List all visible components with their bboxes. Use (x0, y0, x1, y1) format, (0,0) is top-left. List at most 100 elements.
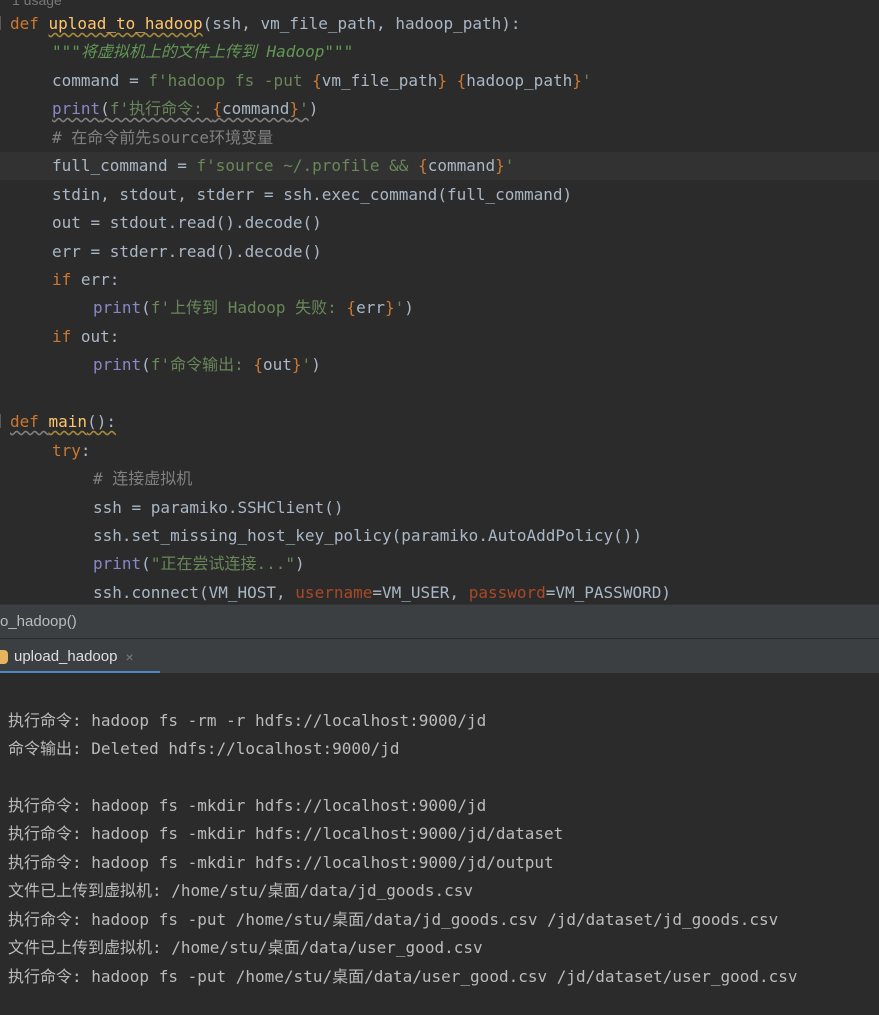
function-params: (ssh, vm_file_path, hadoop_path): (202, 14, 521, 33)
paren: ( (141, 298, 151, 317)
python-run-icon (0, 649, 8, 664)
paren: ) (404, 298, 414, 317)
paren: ) (294, 554, 305, 573)
keyword-if: if (52, 270, 81, 289)
brace: { (253, 355, 263, 374)
brace: { (418, 156, 428, 175)
code-line-print-err[interactable]: print(f'上传到 Hadoop 失败: {err}') (10, 294, 414, 322)
brace: { (212, 99, 222, 118)
quote: ' (394, 298, 405, 317)
paren: ) (311, 355, 321, 374)
code-line-docstring[interactable]: """将虚拟机上的文件上传到 Hadoop""" (10, 38, 353, 66)
console-line: 执行命令: hadoop fs -rm -r hdfs://localhost:… (8, 711, 487, 730)
code-line-if-out[interactable]: if out: (10, 323, 119, 351)
paren: ) (308, 99, 319, 118)
code-line-full-command[interactable]: full_command = f'source ~/.profile && {c… (0, 152, 879, 180)
code-line-def-main[interactable]: def main(): (10, 408, 116, 436)
code-line-try[interactable]: try: (10, 437, 91, 465)
colon: : (80, 441, 91, 460)
fstring: f'source ~/.profile && (196, 156, 419, 175)
paren: ( (141, 355, 151, 374)
code-line-ssh-client[interactable]: ssh = paramiko.SSHClient() (10, 494, 343, 522)
code-line-print-out[interactable]: print(f'命令输出: {out}') (10, 351, 321, 379)
console-line: 执行命令: hadoop fs -mkdir hdfs://localhost:… (8, 824, 564, 843)
console-line: 执行命令: hadoop fs -put /home/stu/桌面/data/j… (8, 910, 779, 929)
fold-marker-icon[interactable] (0, 16, 9, 30)
paren: ( (100, 99, 110, 118)
keyword-try: try (52, 441, 81, 460)
quote: ' (301, 355, 312, 374)
function-params: (): (87, 412, 116, 431)
quote: ' (504, 156, 515, 175)
console-line: 命令输出: Deleted hdfs://localhost:9000/jd (8, 739, 400, 758)
code-line-def-upload[interactable]: def upload_to_hadoop(ssh, vm_file_path, … (10, 10, 521, 38)
code-line-connect[interactable]: ssh.connect(VM_HOST, username=VM_USER, p… (10, 579, 671, 604)
string: "正在尝试连接..." (150, 554, 295, 573)
brace: { (456, 71, 467, 90)
quote: ' (581, 71, 592, 90)
connect-args: =VM_PASSWORD) (545, 583, 671, 602)
brace: } (384, 298, 395, 317)
var-command: command (427, 156, 496, 175)
fold-marker-icon[interactable] (0, 414, 9, 428)
var-out: out (263, 355, 292, 374)
builtin-print: print (93, 554, 142, 573)
breadcrumb-item[interactable]: o_hadoop() (0, 605, 77, 639)
fstring: f'命令输出: (150, 355, 254, 374)
console-line: 文件已上传到虚拟机: /home/stu/桌面/data/user_good.c… (8, 938, 483, 957)
full-command-assign: full_command = (52, 156, 197, 175)
code-line-command[interactable]: command = f'hadoop fs -put {vm_file_path… (10, 67, 592, 95)
builtin-print: print (93, 298, 142, 317)
paren: ( (141, 554, 151, 573)
brace: } (289, 99, 300, 118)
connect-call: ssh.connect(VM_HOST, (93, 583, 296, 602)
command-fstring: f'hadoop fs -put (148, 71, 313, 90)
console-line: 执行命令: hadoop fs -mkdir hdfs://localhost:… (8, 853, 554, 872)
quote: ' (299, 99, 309, 118)
code-line-out[interactable]: out = stdout.read().decode() (10, 209, 322, 237)
code-line-if-err[interactable]: if err: (10, 266, 119, 294)
code-line-comment-connect[interactable]: # 连接虚拟机 (10, 465, 192, 493)
run-tool-window-tabs: upload_hadoop × (0, 638, 879, 674)
brace: { (312, 71, 322, 90)
function-name-upload: upload_to_hadoop (48, 14, 203, 33)
var-hadoop-path: hadoop_path (466, 71, 573, 90)
breadcrumb[interactable]: o_hadoop() (0, 604, 879, 639)
keyword-def: def (10, 14, 49, 33)
param-username: username (295, 583, 373, 602)
console-line: 执行命令: hadoop fs -put /home/stu/桌面/data/u… (8, 967, 798, 986)
builtin-print: print (93, 355, 142, 374)
keyword-def: def (10, 412, 49, 431)
code-line-err[interactable]: err = stderr.read().decode() (10, 238, 322, 266)
code-line-comment-source[interactable]: # 在命令前先source环境变量 (10, 124, 273, 152)
console-line: 文件已上传到虚拟机: /home/stu/桌面/data/jd_goods.cs… (8, 881, 473, 900)
code-line-exec[interactable]: stdin, stdout, stderr = ssh.exec_command… (10, 181, 572, 209)
code-line-print-try[interactable]: print("正在尝试连接...") (10, 550, 305, 578)
brace: { (346, 298, 357, 317)
run-console-output[interactable]: 执行命令: hadoop fs -rm -r hdfs://localhost:… (0, 673, 879, 1015)
var-vm-file-path: vm_file_path (321, 71, 438, 90)
brace: } (495, 156, 505, 175)
keyword-if: if (52, 327, 81, 346)
brace: } (572, 71, 582, 90)
fstring: f'上传到 Hadoop 失败: (150, 298, 347, 317)
code-editor[interactable]: 1 usage def upload_to_hadoop(ssh, vm_fil… (0, 0, 879, 604)
var-err: err (356, 298, 385, 317)
code-line-ssh-policy[interactable]: ssh.set_missing_host_key_policy(paramiko… (10, 522, 642, 550)
param-password: password (468, 583, 546, 602)
fstring: f'执行命令: (109, 99, 213, 118)
function-name-main: main (48, 412, 88, 431)
brace: } (437, 71, 447, 90)
builtin-print: print (52, 99, 101, 118)
command-assign: command = (52, 71, 149, 90)
console-line: 执行命令: hadoop fs -mkdir hdfs://localhost:… (8, 796, 487, 815)
condition: out: (80, 327, 120, 346)
brace: } (291, 355, 302, 374)
condition: err: (80, 270, 120, 289)
tab-upload-hadoop[interactable]: upload_hadoop × (0, 639, 160, 674)
var-command: command (222, 99, 290, 118)
code-line-print-command[interactable]: print(f'执行命令: {command}') (10, 95, 318, 123)
connect-args: =VM_USER, (372, 583, 469, 602)
close-icon[interactable]: × (125, 649, 133, 665)
